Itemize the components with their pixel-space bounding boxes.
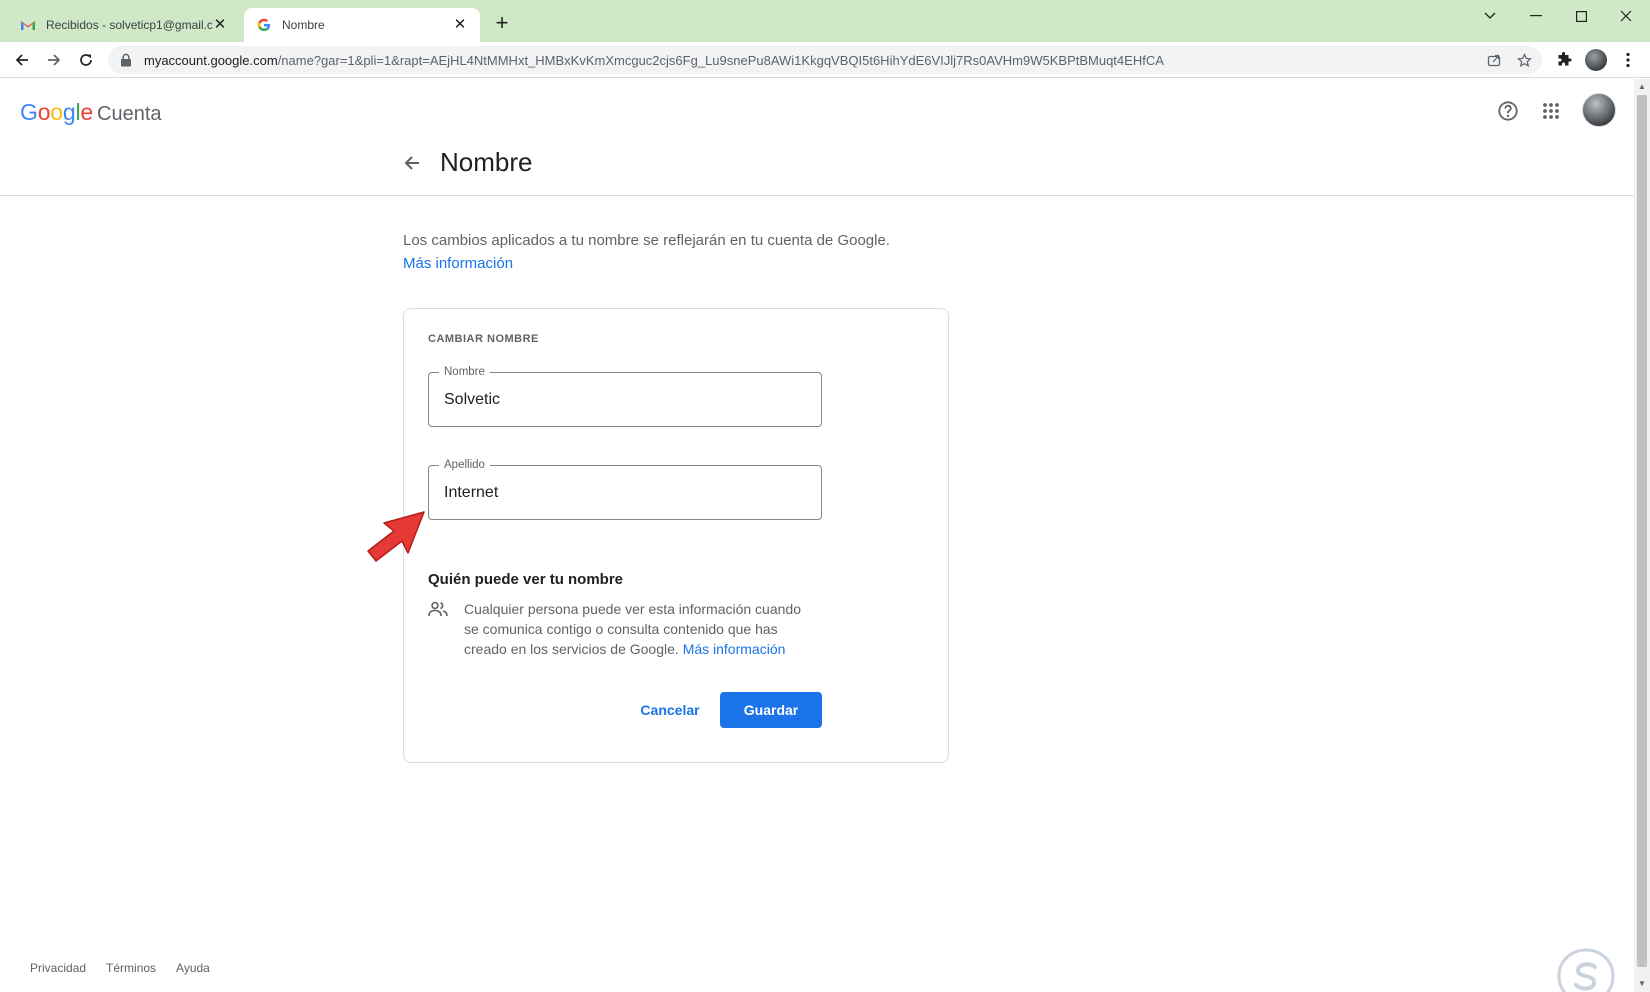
- tab-search-icon[interactable]: [1470, 4, 1510, 28]
- header-divider: [0, 195, 1634, 196]
- google-account-logo[interactable]: Google Cuenta: [20, 99, 162, 126]
- apps-grid-icon[interactable]: [1535, 95, 1567, 127]
- reload-icon[interactable]: [72, 46, 100, 74]
- help-icon[interactable]: [1492, 95, 1524, 127]
- account-avatar[interactable]: [1582, 93, 1616, 127]
- url-path: /name?gar=1&pli=1&rapt=AEjHL4NtMMHxt_HMB…: [277, 52, 1164, 68]
- first-name-field: Nombre: [428, 365, 822, 427]
- profile-icon[interactable]: [1582, 46, 1610, 74]
- privacy-link[interactable]: Privacidad: [30, 961, 86, 975]
- gmail-icon: [20, 17, 36, 33]
- help-link[interactable]: Ayuda: [176, 961, 210, 975]
- visibility-description: Cualquier persona puede ver esta informa…: [464, 599, 814, 659]
- forward-icon[interactable]: [40, 46, 68, 74]
- visibility-heading: Quién puede ver tu nombre: [428, 571, 624, 588]
- google-wordmark: Google: [20, 99, 93, 125]
- menu-kebab-icon[interactable]: [1614, 46, 1642, 74]
- back-arrow-icon[interactable]: [400, 151, 424, 175]
- tab-title: Nombre: [282, 18, 325, 32]
- scrollbar-thumb[interactable]: [1637, 95, 1647, 967]
- browser-toolbar: myaccount.google.com/name?gar=1&pli=1&ra…: [0, 42, 1650, 78]
- lock-icon[interactable]: [120, 53, 134, 67]
- footer-links: Privacidad Términos Ayuda: [30, 961, 210, 975]
- intro-section: Los cambios aplicados a tu nombre se ref…: [403, 229, 890, 275]
- address-bar[interactable]: myaccount.google.com/name?gar=1&pli=1&ra…: [108, 46, 1542, 74]
- tab-title: Recibidos - solveticp1@gmail.com: [46, 18, 212, 32]
- annotation-arrow-icon: [367, 511, 425, 562]
- save-button[interactable]: Guardar: [720, 692, 822, 728]
- scroll-down-icon[interactable]: ▼: [1634, 976, 1650, 992]
- close-tab-icon[interactable]: ✕: [452, 17, 468, 33]
- visibility-more-info-link[interactable]: Más información: [683, 641, 786, 657]
- minimize-icon[interactable]: [1516, 4, 1556, 28]
- page-title: Nombre: [440, 147, 533, 177]
- tab-nombre[interactable]: Nombre ✕: [244, 8, 480, 42]
- change-name-card: CAMBIAR NOMBRE Nombre Apellido Quién pue…: [403, 308, 949, 763]
- maximize-icon[interactable]: [1561, 4, 1601, 28]
- url-host: myaccount.google.com: [144, 52, 278, 68]
- last-name-input[interactable]: [444, 466, 804, 519]
- tab-bar: Recibidos - solveticp1@gmail.com ✕ Nombr…: [0, 0, 1650, 42]
- page-header: Nombre: [400, 147, 532, 178]
- page-content: Google Cuenta Nombre Los cambios aplicad…: [0, 79, 1634, 992]
- intro-text: Los cambios aplicados a tu nombre se ref…: [403, 232, 890, 249]
- back-icon[interactable]: [8, 46, 36, 74]
- solvetic-watermark-icon: [1557, 948, 1615, 992]
- scroll-up-icon[interactable]: ▲: [1634, 79, 1650, 95]
- terms-link[interactable]: Términos: [106, 961, 156, 975]
- more-info-link[interactable]: Más información: [403, 252, 890, 275]
- first-name-input[interactable]: [444, 373, 804, 426]
- last-name-field: Apellido: [428, 458, 822, 520]
- close-tab-icon[interactable]: ✕: [212, 17, 228, 33]
- tab-gmail[interactable]: Recibidos - solveticp1@gmail.com ✕: [8, 8, 240, 42]
- google-g-icon: [256, 17, 272, 33]
- product-name: Cuenta: [97, 103, 162, 125]
- card-label: CAMBIAR NOMBRE: [428, 333, 539, 345]
- people-icon: [428, 601, 450, 619]
- vertical-scrollbar[interactable]: ▲ ▼: [1634, 79, 1650, 992]
- share-icon[interactable]: [1484, 50, 1504, 70]
- extensions-icon[interactable]: [1550, 46, 1578, 74]
- close-window-icon[interactable]: [1606, 4, 1646, 28]
- cancel-button[interactable]: Cancelar: [626, 692, 714, 728]
- bookmark-star-icon[interactable]: [1514, 50, 1534, 70]
- url-text: myaccount.google.com/name?gar=1&pli=1&ra…: [144, 53, 1542, 68]
- new-tab-icon[interactable]: +: [490, 12, 514, 36]
